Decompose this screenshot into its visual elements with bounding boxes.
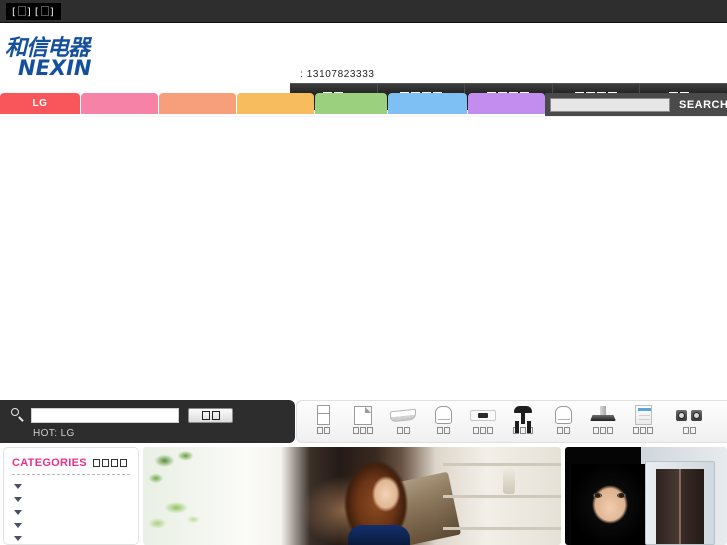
brand-tab-5[interactable] xyxy=(315,93,387,114)
promo-photo-appliance-woman[interactable] xyxy=(565,447,727,545)
gas-stove-icon xyxy=(674,404,704,426)
brand-tab-lg[interactable]: LG xyxy=(0,93,80,114)
icon-item-fan[interactable] xyxy=(503,401,543,442)
icon-item-microwave[interactable] xyxy=(463,401,503,442)
air-conditioner-icon xyxy=(388,404,418,426)
categories-list xyxy=(12,480,130,545)
categories-header: CATEGORIES xyxy=(12,457,130,469)
icon-item-refrigerator[interactable] xyxy=(303,401,343,442)
category-row[interactable] xyxy=(12,519,130,532)
icon-label-range-hood xyxy=(593,427,613,434)
logo-english-text: NEXIN xyxy=(18,56,92,80)
refrigerator-icon xyxy=(308,404,338,426)
model-face xyxy=(371,475,401,513)
icon-label-microwave xyxy=(473,427,493,434)
icon-item-gas-stove[interactable] xyxy=(663,401,715,442)
category-row[interactable] xyxy=(12,480,130,493)
quick-search-input[interactable] xyxy=(31,407,179,423)
category-row[interactable] xyxy=(12,506,130,519)
quick-search-panel: HOT: LG xyxy=(0,400,295,443)
icon-item-air-purifier[interactable] xyxy=(623,401,663,442)
water-heater-icon xyxy=(428,404,458,426)
categories-title-en: CATEGORIES xyxy=(12,457,87,469)
icon-label-air-conditioner xyxy=(396,427,410,434)
categories-divider xyxy=(12,474,130,475)
hero-banner-area xyxy=(0,116,727,398)
brand-tab-4[interactable] xyxy=(237,93,314,114)
shelf-decor xyxy=(443,447,561,545)
brand-tab-6[interactable] xyxy=(388,93,467,114)
site-logo[interactable]: 和信电器 NEXIN xyxy=(5,28,115,82)
top-link-2[interactable]: [] xyxy=(35,5,55,18)
header-search-bar: SEARCH xyxy=(545,93,727,116)
model-dress xyxy=(348,525,410,545)
chevron-down-icon xyxy=(14,497,22,502)
model2-hair xyxy=(571,464,649,545)
chevron-down-icon xyxy=(14,536,22,541)
icon-label-air-purifier xyxy=(633,427,653,434)
brand-tab-2[interactable] xyxy=(81,93,158,114)
icon-label-water-heater xyxy=(436,427,450,434)
plant-decor xyxy=(145,447,223,545)
header-phone-number: : 13107823333 xyxy=(300,69,375,80)
search-icon xyxy=(10,407,26,423)
range-hood-icon xyxy=(588,404,618,426)
quick-search-row xyxy=(10,407,233,423)
chevron-down-icon xyxy=(14,484,22,489)
top-utility-links: [] [] xyxy=(6,3,61,20)
promo-photo-group xyxy=(143,447,727,545)
header-search-input[interactable] xyxy=(550,97,670,112)
promo-photo-interior-woman[interactable] xyxy=(143,447,561,545)
icon-label-fan xyxy=(513,427,533,434)
category-icon-bar xyxy=(296,400,727,443)
icon-item-washer[interactable] xyxy=(343,401,383,442)
top-link-1[interactable]: [] xyxy=(12,5,32,18)
hot-keyword-line: HOT: LG xyxy=(33,428,75,439)
fan-icon xyxy=(508,404,538,426)
category-row[interactable] xyxy=(12,532,130,545)
hot-keyword[interactable]: LG xyxy=(61,428,75,439)
lower-content-row: CATEGORIES xyxy=(0,447,727,545)
microwave-icon xyxy=(468,404,498,426)
quick-search-button[interactable] xyxy=(188,407,233,423)
icon-label-washer xyxy=(353,427,373,434)
brand-tab-lg-label: LG xyxy=(32,98,48,109)
site-header: 和信电器 NEXIN : 13107823333 ... xyxy=(0,24,727,110)
hot-label: HOT: xyxy=(33,428,58,439)
model2-eye-left xyxy=(593,493,602,498)
icon-label-water-heater-2 xyxy=(556,427,570,434)
color-tab-strip: LG SEARCH xyxy=(0,93,727,116)
vase-decor xyxy=(503,468,515,494)
chevron-down-icon xyxy=(14,523,22,528)
icon-label-refrigerator xyxy=(316,427,330,434)
icon-item-range-hood[interactable] xyxy=(583,401,623,442)
chevron-down-icon xyxy=(14,510,22,515)
category-row[interactable] xyxy=(12,493,130,506)
categories-panel: CATEGORIES xyxy=(3,447,139,545)
air-purifier-icon xyxy=(628,404,658,426)
refrigerator-product xyxy=(645,461,715,545)
icon-item-air-conditioner[interactable] xyxy=(383,401,423,442)
top-utility-bar: [] [] xyxy=(0,0,727,23)
washing-machine-icon xyxy=(348,404,378,426)
categories-title-cn xyxy=(92,458,128,469)
brand-tab-7[interactable] xyxy=(468,93,545,114)
brand-tab-3[interactable] xyxy=(159,93,236,114)
header-search-button[interactable]: SEARCH xyxy=(679,99,727,111)
icon-item-water-heater[interactable] xyxy=(423,401,463,442)
icon-label-gas-stove xyxy=(682,427,696,434)
icon-item-water-heater-2[interactable] xyxy=(543,401,583,442)
tool-strip: HOT: LG xyxy=(0,400,727,445)
water-heater-2-icon xyxy=(548,404,578,426)
model2-eye-right xyxy=(617,493,626,498)
